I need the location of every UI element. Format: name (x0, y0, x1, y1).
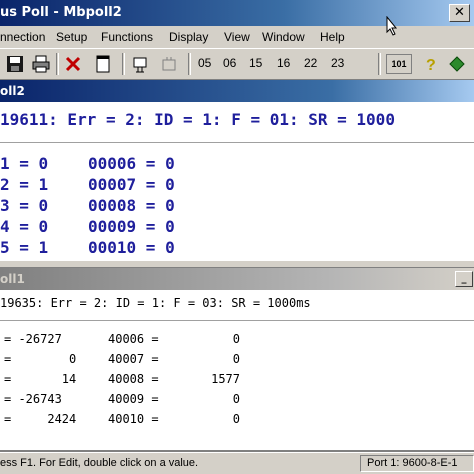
function-05-button[interactable]: 05 (198, 56, 211, 70)
register-address-40007: 40007 = (108, 352, 159, 366)
toolbar-separator (56, 53, 59, 75)
function-22-button[interactable]: 22 (304, 56, 317, 70)
register-value-40008[interactable]: 1577 (180, 372, 240, 386)
coil-value-10[interactable]: 00010 = 0 (88, 238, 175, 257)
close-button[interactable]: ✕ (449, 4, 470, 22)
register-value-5[interactable]: = 2424 (4, 412, 76, 426)
save-icon[interactable] (4, 53, 26, 75)
menu-window[interactable]: Window (262, 30, 305, 44)
coil-value-4[interactable]: 4 = 0 (0, 217, 48, 236)
function-101-button[interactable]: 101 (386, 54, 412, 74)
toolbar-separator (378, 53, 381, 75)
menu-help[interactable]: Help (320, 30, 345, 44)
coil-value-9[interactable]: 00009 = 0 (88, 217, 175, 236)
svg-text:?: ? (426, 57, 436, 74)
window-title: us Poll - Mbpoll2 (0, 5, 122, 20)
register-value-40010[interactable]: 0 (180, 412, 240, 426)
register-value-4[interactable]: = -26743 (4, 392, 62, 406)
divider (0, 142, 474, 143)
toolbar-separator (188, 53, 191, 75)
coil-value-2[interactable]: 2 = 1 (0, 175, 48, 194)
delete-icon[interactable] (62, 53, 84, 75)
coil-value-7[interactable]: 00007 = 0 (88, 175, 175, 194)
coil-value-6[interactable]: 00006 = 0 (88, 154, 175, 173)
function-15-button[interactable]: 15 (249, 56, 262, 70)
function-23-button[interactable]: 23 (331, 56, 344, 70)
about-icon[interactable] (446, 53, 468, 75)
register-address-40009: 40009 = (108, 392, 159, 406)
status-bar: ess F1. For Edit, double click on a valu… (0, 452, 474, 474)
menu-view[interactable]: View (224, 30, 250, 44)
register-value-40006[interactable]: 0 (180, 332, 240, 346)
menu-bar: nnection Setup Functions Display View Wi… (0, 26, 474, 48)
menu-display[interactable]: Display (169, 30, 208, 44)
register-value-40007[interactable]: 0 (180, 352, 240, 366)
status-line: 19611: Err = 2: ID = 1: F = 01: SR = 100… (0, 110, 395, 129)
register-value-3[interactable]: = 14 (4, 372, 76, 386)
mdi-client-area: oll2 19611: Err = 2: ID = 1: F = 01: SR … (0, 80, 474, 452)
menu-functions[interactable]: Functions (101, 30, 153, 44)
coil-value-1[interactable]: 1 = 0 (0, 154, 48, 173)
new-window-icon[interactable] (92, 53, 114, 75)
register-value-40009[interactable]: 0 (180, 392, 240, 406)
child-window-1-content: 19611: Err = 2: ID = 1: F = 01: SR = 100… (0, 102, 474, 260)
disconnect-icon[interactable] (158, 53, 180, 75)
function-06-button[interactable]: 06 (223, 56, 236, 70)
status-port-info: Port 1: 9600-8-E-1 (360, 455, 474, 472)
status-help-text: ess F1. For Edit, double click on a valu… (0, 457, 199, 469)
register-address-40010: 40010 = (108, 412, 159, 426)
register-value-2[interactable]: = 0 (4, 352, 76, 366)
menu-connection[interactable]: nnection (0, 30, 45, 44)
print-icon[interactable] (30, 53, 52, 75)
status-line: 19635: Err = 2: ID = 1: F = 03: SR = 100… (0, 296, 311, 310)
divider (0, 320, 474, 321)
function-16-button[interactable]: 16 (277, 56, 290, 70)
mouse-cursor-icon (386, 15, 398, 36)
read-write-icon[interactable] (130, 53, 152, 75)
child-window-2-content: 19635: Err = 2: ID = 1: F = 03: SR = 100… (0, 290, 474, 450)
window-title-bar: us Poll - Mbpoll2 ✕ (0, 0, 474, 26)
toolbar: 05 06 15 16 22 23 101 ? (0, 48, 474, 80)
coil-value-5[interactable]: 5 = 1 (0, 238, 48, 257)
coil-value-3[interactable]: 3 = 0 (0, 196, 48, 215)
register-address-40008: 40008 = (108, 372, 159, 386)
coil-value-8[interactable]: 00008 = 0 (88, 196, 175, 215)
child-window-2-title-bar: oll1 _ (0, 268, 474, 290)
minimize-button[interactable]: _ (455, 271, 473, 287)
menu-setup[interactable]: Setup (56, 30, 87, 44)
register-value-1[interactable]: = -26727 (4, 332, 62, 346)
register-address-40006: 40006 = (108, 332, 159, 346)
child-window-1-title-bar: oll2 (0, 80, 474, 102)
child-window-2-title: oll1 (0, 272, 25, 286)
horizontal-scrollbar[interactable] (0, 260, 474, 268)
help-icon[interactable]: ? (420, 53, 442, 75)
child-window-1-title: oll2 (0, 84, 25, 98)
toolbar-separator (122, 53, 125, 75)
